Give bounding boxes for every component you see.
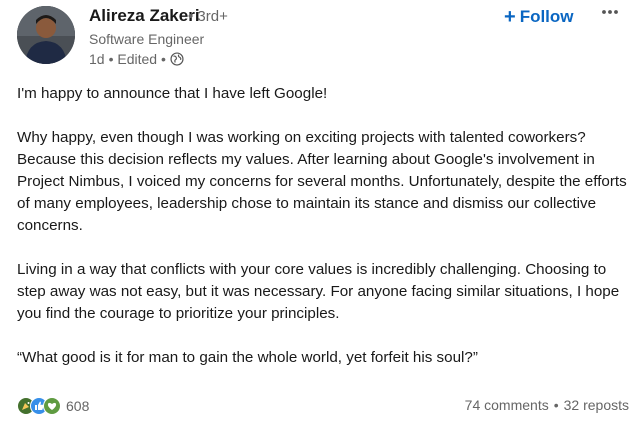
more-options-icon [602, 10, 618, 14]
social-counts: 74 comments • 32 reposts [465, 397, 629, 413]
post-meta: 1d • Edited • [89, 50, 184, 68]
follow-button[interactable]: + Follow [504, 4, 574, 30]
linkedin-post: Alireza Zakeri • 3rd+ Software Engineer … [0, 0, 637, 424]
reactions-summary[interactable]: 608 [17, 396, 89, 416]
post-paragraph: I'm happy to announce that I have left G… [17, 85, 328, 102]
post-paragraph: Living in a way that conflicts with your… [17, 261, 620, 322]
support-icon [43, 397, 61, 415]
reaction-count: 608 [66, 398, 90, 414]
follow-label: Follow [519, 7, 574, 26]
reposts-count[interactable]: 32 reposts [564, 397, 629, 413]
author-headline: Software Engineer [89, 31, 205, 47]
more-options-button[interactable] [598, 2, 622, 22]
globe-icon [170, 52, 184, 66]
edited-label: • Edited • [108, 51, 166, 67]
post-body: I'm happy to announce that I have left G… [17, 83, 629, 391]
comments-count[interactable]: 74 comments [465, 397, 549, 413]
plus-icon: + [504, 6, 516, 28]
post-paragraph: Why happy, even though I was working on … [17, 129, 627, 234]
post-paragraph: “What good is it for man to gain the who… [17, 349, 478, 366]
social-separator: • [553, 397, 559, 413]
author-name[interactable]: Alireza Zakeri [89, 6, 200, 26]
connection-degree: • 3rd+ [188, 8, 228, 25]
post-time[interactable]: 1d [89, 51, 105, 67]
avatar[interactable] [17, 6, 75, 64]
